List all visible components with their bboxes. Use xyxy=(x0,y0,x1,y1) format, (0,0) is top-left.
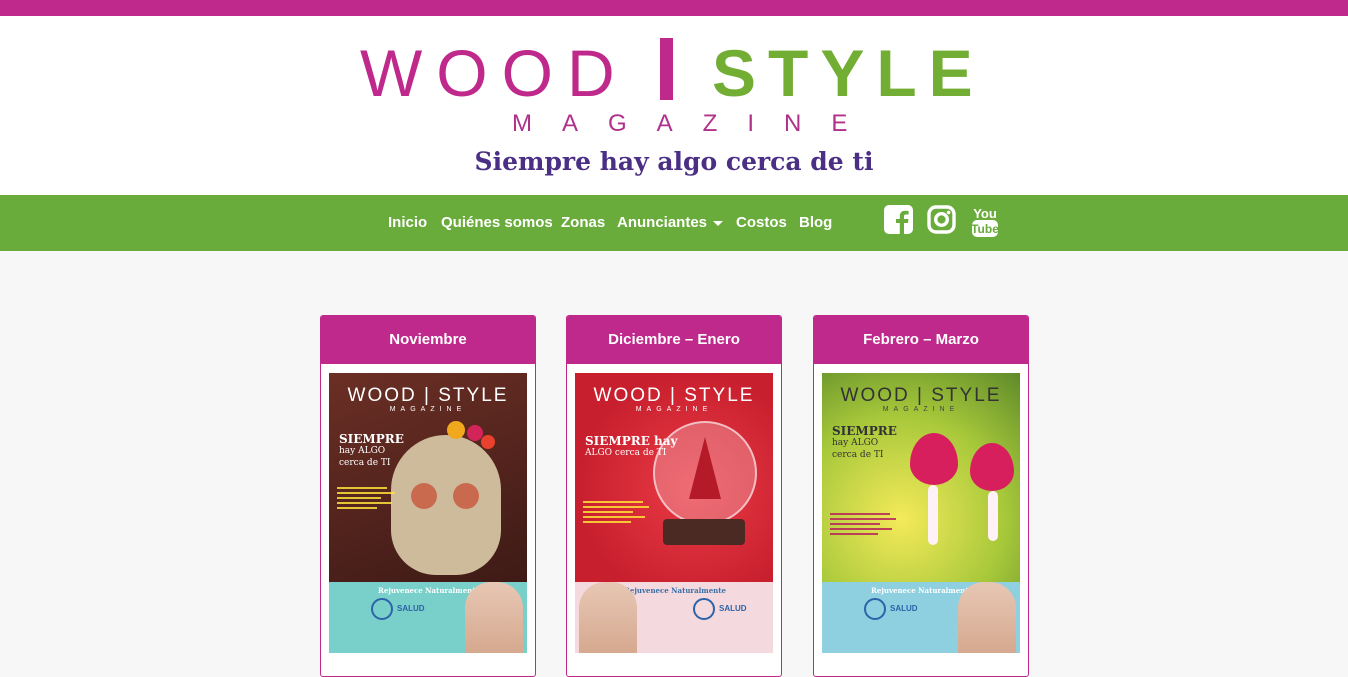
ad-brand: SALUD xyxy=(890,604,918,613)
logo-divider xyxy=(660,38,673,100)
nav-quienes-somos[interactable]: Quiénes somos xyxy=(441,214,553,232)
ad-logo xyxy=(693,598,715,620)
cover-magazine-label: MAGAZINE xyxy=(882,406,960,413)
site-header: WOOD STYLE MAGAZINE Siempre hay algo cer… xyxy=(0,16,1348,195)
ad-logo xyxy=(864,598,886,620)
site-tagline: Siempre hay algo cerca de ti xyxy=(474,147,874,176)
issue-cover-image[interactable]: WOOD | STYLE MAGAZINE SIEMPRE hay ALGO c… xyxy=(575,373,773,653)
cover-ad-panel: Rejuvenece Naturalmente SALUD xyxy=(575,582,773,653)
nav-blog[interactable]: Blog xyxy=(799,214,832,232)
nav-inicio[interactable]: Inicio xyxy=(388,214,427,232)
youtube-icon[interactable]: You Tube xyxy=(970,205,1000,243)
cover-tag-line: SIEMPRE xyxy=(832,424,897,438)
cover-tag-line: hay ALGO xyxy=(832,438,879,448)
issue-cover-image[interactable]: WOOD | STYLE MAGAZINE SIEMPRE hay ALGO c… xyxy=(822,373,1020,653)
flower-decoration xyxy=(481,435,495,449)
cover-tag-line: hay ALGO xyxy=(339,446,386,456)
cover-tag-line: SIEMPRE hay xyxy=(585,434,678,448)
main-navbar: Inicio Quiénes somos Zonas Anunciantes C… xyxy=(0,195,1348,251)
svg-text:You: You xyxy=(973,206,997,221)
ad-brand: SALUD xyxy=(397,604,425,613)
cover-ad-panel: Rejuvenece Naturalmente SALUD xyxy=(329,582,527,653)
svg-text:Tube: Tube xyxy=(971,222,999,236)
globe-base xyxy=(663,519,745,545)
ad-portrait xyxy=(958,582,1016,653)
ad-portrait xyxy=(579,582,637,653)
skull-shape xyxy=(391,435,501,575)
issue-title: Febrero – Marzo xyxy=(814,316,1028,364)
nav-anunciantes-label: Anunciantes xyxy=(617,214,708,231)
ad-logo xyxy=(371,598,393,620)
cover-masthead: WOOD | STYLE xyxy=(593,385,755,406)
cover-tagline: SIEMPRE hay ALGO cerca de TI xyxy=(585,435,678,459)
skull-eye xyxy=(411,483,437,509)
cover-tag-line: ALGO cerca de TI xyxy=(585,448,667,458)
cover-masthead: WOOD | STYLE xyxy=(347,385,509,406)
cover-ad-panel: Rejuvenece Naturalmente SALUD xyxy=(822,582,1020,653)
nav-zonas[interactable]: Zonas xyxy=(561,214,605,232)
skull-eye xyxy=(453,483,479,509)
cover-tag-line: cerca de TI xyxy=(832,450,884,460)
cover-tagline: SIEMPRE hay ALGO cerca de TI xyxy=(339,433,404,469)
chevron-down-icon xyxy=(713,220,724,226)
issue-title: Diciembre – Enero xyxy=(567,316,781,364)
ad-brand: SALUD xyxy=(719,604,747,613)
nav-costos[interactable]: Costos xyxy=(736,214,787,232)
tree-shape xyxy=(689,437,721,499)
cover-tag-line: cerca de TI xyxy=(339,458,391,468)
heart-flower xyxy=(970,443,1014,491)
cover-art: WOOD | STYLE MAGAZINE SIEMPRE hay ALGO c… xyxy=(329,373,527,582)
cover-art: WOOD | STYLE MAGAZINE SIEMPRE hay ALGO c… xyxy=(822,373,1020,582)
facebook-icon[interactable] xyxy=(884,205,913,238)
logo-style-text[interactable]: STYLE xyxy=(712,38,985,108)
ad-portrait xyxy=(465,582,523,653)
cover-tagline: SIEMPRE hay ALGO cerca de TI xyxy=(832,425,897,461)
heart-flower xyxy=(910,433,958,485)
issue-title: Noviembre xyxy=(321,316,535,364)
issue-card[interactable]: Diciembre – Enero WOOD | STYLE MAGAZINE … xyxy=(566,315,782,677)
issue-card[interactable]: Febrero – Marzo WOOD | STYLE MAGAZINE SI… xyxy=(813,315,1029,677)
cover-tag-line: SIEMPRE xyxy=(339,432,404,446)
instagram-icon[interactable] xyxy=(927,205,956,238)
top-accent-bar xyxy=(0,0,1348,16)
nav-anunciantes[interactable]: Anunciantes xyxy=(617,214,724,232)
flower-decoration xyxy=(447,421,465,439)
cover-masthead: WOOD | STYLE xyxy=(840,385,1002,406)
issue-cover-image[interactable]: WOOD | STYLE MAGAZINE SIEMPRE hay ALGO c… xyxy=(329,373,527,653)
cover-art: WOOD | STYLE MAGAZINE SIEMPRE hay ALGO c… xyxy=(575,373,773,582)
logo-wood-text[interactable]: WOOD xyxy=(360,38,629,108)
cover-magazine-label: MAGAZINE xyxy=(389,406,467,413)
cover-text-lines xyxy=(830,513,900,538)
cover-magazine-label: MAGAZINE xyxy=(635,406,713,413)
flower-petal xyxy=(928,485,938,545)
cover-text-lines xyxy=(337,487,397,512)
flower-petal xyxy=(988,491,998,541)
logo-magazine-text: MAGAZINE xyxy=(512,110,878,137)
cover-text-lines xyxy=(583,501,653,526)
issue-card[interactable]: Noviembre WOOD | STYLE MAGAZINE SIEMPRE … xyxy=(320,315,536,677)
